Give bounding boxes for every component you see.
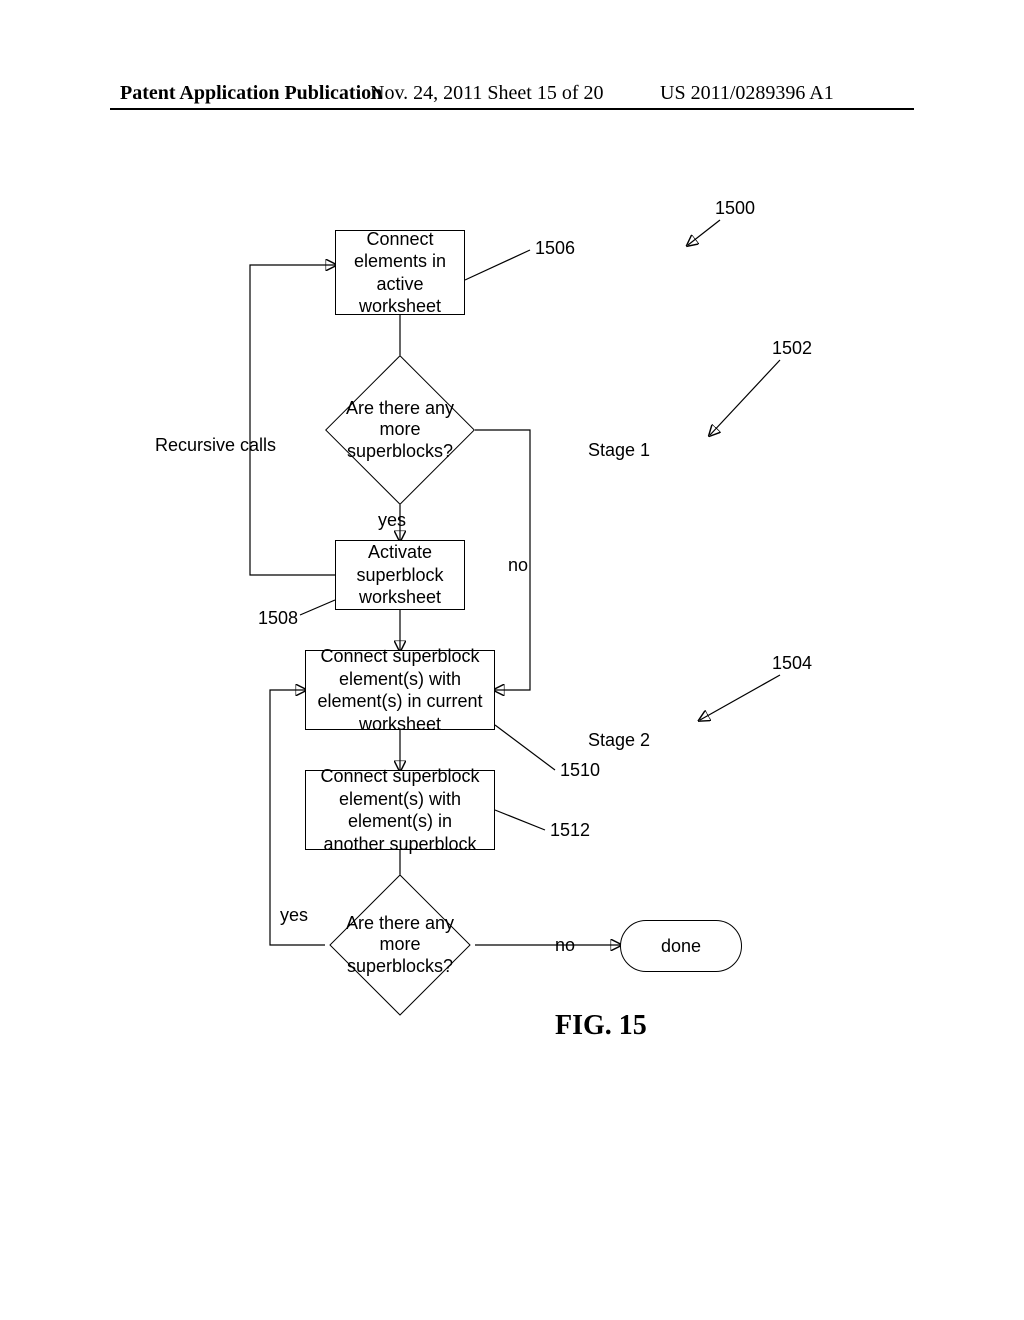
label-recursive-calls: Recursive calls bbox=[155, 435, 276, 456]
process-connect-current: Connect superblock element(s) with eleme… bbox=[305, 650, 495, 730]
decision-more-superblocks-1: Are there any more superblocks? bbox=[325, 370, 475, 490]
flow-connectors bbox=[0, 0, 1024, 1320]
label-stage-2: Stage 2 bbox=[588, 730, 650, 751]
label-yes-1: yes bbox=[378, 510, 406, 531]
page: Patent Application Publication Nov. 24, … bbox=[0, 0, 1024, 1320]
terminator-done: done bbox=[620, 920, 742, 972]
label-no-2: no bbox=[555, 935, 575, 956]
ref-1508: 1508 bbox=[258, 608, 298, 629]
label-stage-1: Stage 1 bbox=[588, 440, 650, 461]
decision-more-superblocks-2: Are there any more superblocks? bbox=[325, 890, 475, 1000]
ref-1504: 1504 bbox=[772, 653, 812, 674]
header-publication: Patent Application Publication bbox=[120, 82, 382, 105]
process-connect-current-label: Connect superblock element(s) with eleme… bbox=[316, 645, 484, 735]
ref-1502: 1502 bbox=[772, 338, 812, 359]
process-connect-elements-label: Connect elements in active worksheet bbox=[346, 228, 454, 318]
ref-1510: 1510 bbox=[560, 760, 600, 781]
figure-caption: FIG. 15 bbox=[555, 1010, 647, 1042]
process-connect-another: Connect superblock element(s) with eleme… bbox=[305, 770, 495, 850]
process-connect-elements: Connect elements in active worksheet bbox=[335, 230, 465, 315]
decision-more-superblocks-2-label: Are there any more superblocks? bbox=[325, 890, 475, 1000]
process-activate-superblock-label: Activate superblock worksheet bbox=[346, 541, 454, 609]
ref-1500: 1500 bbox=[715, 198, 755, 219]
ref-1512: 1512 bbox=[550, 820, 590, 841]
ref-1506: 1506 bbox=[535, 238, 575, 259]
decision-more-superblocks-1-label: Are there any more superblocks? bbox=[325, 370, 475, 490]
header-rule bbox=[110, 108, 914, 110]
label-no-1: no bbox=[508, 555, 528, 576]
header-pubnumber: US 2011/0289396 A1 bbox=[660, 82, 834, 105]
header-date-sheet: Nov. 24, 2011 Sheet 15 of 20 bbox=[370, 82, 604, 105]
label-yes-2: yes bbox=[280, 905, 308, 926]
terminator-done-label: done bbox=[661, 936, 701, 957]
process-connect-another-label: Connect superblock element(s) with eleme… bbox=[316, 765, 484, 855]
process-activate-superblock: Activate superblock worksheet bbox=[335, 540, 465, 610]
